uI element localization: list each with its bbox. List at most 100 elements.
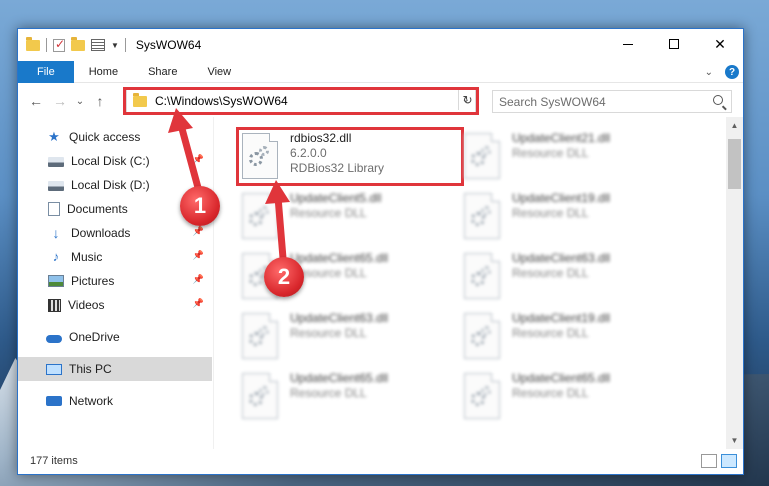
file-info: UpdateClient63.dll Resource DLL bbox=[512, 251, 610, 305]
expand-ribbon-chevron-icon[interactable]: ⌄ bbox=[705, 67, 713, 78]
sidebar-item-videos[interactable]: Videos 📌 bbox=[18, 293, 212, 317]
dll-file-icon bbox=[464, 193, 500, 239]
dll-file-icon bbox=[464, 133, 500, 179]
file-name: UpdateClient63.dll bbox=[290, 311, 389, 325]
new-folder-icon[interactable] bbox=[71, 36, 85, 51]
file-info: UpdateClient21.dll Resource DLL bbox=[512, 131, 610, 185]
pictures-icon bbox=[48, 275, 64, 287]
list-item[interactable]: UpdateClient21.dll Resource DLL bbox=[454, 129, 678, 185]
sidebar-item-label: Music bbox=[71, 250, 103, 264]
file-description: Resource DLL bbox=[512, 266, 589, 280]
forward-arrow-icon[interactable]: → bbox=[50, 93, 70, 109]
help-icon[interactable]: ? bbox=[725, 65, 739, 79]
sidebar-item-pictures[interactable]: Pictures 📌 bbox=[18, 269, 212, 293]
back-arrow-icon[interactable]: ← bbox=[26, 93, 46, 109]
sidebar-item-label: This PC bbox=[69, 362, 112, 376]
close-button[interactable]: ✕ bbox=[697, 29, 743, 59]
properties-check-icon[interactable] bbox=[53, 37, 65, 52]
sidebar-item-quick-access[interactable]: ★ Quick access bbox=[18, 125, 212, 149]
minimize-button[interactable] bbox=[605, 29, 651, 59]
sidebar-item-label: Videos bbox=[68, 298, 105, 312]
dll-file-icon bbox=[242, 193, 278, 239]
step-1-badge: 1 bbox=[180, 186, 220, 226]
file-info: UpdateClient19.dll Resource DLL bbox=[512, 191, 610, 245]
tab-home[interactable]: Home bbox=[74, 61, 133, 83]
up-arrow-icon[interactable]: ↑ bbox=[90, 93, 110, 109]
dll-file-icon bbox=[464, 313, 500, 359]
sidebar-item-local-disk-c[interactable]: Local Disk (C:) 📌 bbox=[18, 149, 212, 173]
pin-icon: 📌 bbox=[192, 274, 204, 284]
list-item[interactable]: UpdateClient19.dll Resource DLL bbox=[454, 189, 678, 245]
ribbon-right-controls: ⌄ ? bbox=[705, 65, 739, 79]
search-icon[interactable] bbox=[713, 95, 723, 105]
drive-icon bbox=[48, 181, 64, 191]
documents-icon bbox=[48, 202, 60, 216]
dll-file-icon bbox=[242, 373, 278, 419]
sidebar-item-this-pc[interactable]: This PC bbox=[18, 357, 212, 381]
list-item[interactable]: UpdateClient63.dll Resource DLL bbox=[454, 249, 678, 305]
ribbon-tabs: File Home Share View ⌄ ? bbox=[18, 60, 743, 83]
explorer-window: ▼ SysWOW64 ✕ File Home Share View ⌄ ? ← … bbox=[17, 28, 744, 475]
sidebar-item-label: Documents bbox=[67, 202, 128, 216]
list-item[interactable]: UpdateClient65.dll Resource DLL bbox=[232, 369, 456, 425]
file-description: Resource DLL bbox=[512, 326, 589, 340]
step-2-badge: 2 bbox=[264, 257, 304, 297]
onedrive-icon bbox=[46, 334, 62, 343]
pin-icon: 📌 bbox=[192, 226, 204, 236]
file-description: Resource DLL bbox=[512, 206, 589, 220]
dll-file-icon bbox=[242, 313, 278, 359]
tiles-view-icon[interactable] bbox=[721, 454, 737, 468]
scroll-up-arrow-icon[interactable]: ▲ bbox=[726, 117, 743, 134]
list-item[interactable]: UpdateClient19.dll Resource DLL bbox=[454, 309, 678, 365]
file-highlight-box bbox=[236, 127, 464, 186]
file-info: UpdateClient63.dll Resource DLL bbox=[290, 311, 388, 365]
file-description: Resource DLL bbox=[512, 146, 589, 160]
properties-icon[interactable] bbox=[91, 39, 105, 51]
recent-locations-chevron-icon[interactable]: ⌄ bbox=[70, 96, 90, 107]
tab-share[interactable]: Share bbox=[133, 61, 192, 83]
status-bar: 177 items bbox=[18, 448, 743, 474]
sidebar-item-onedrive[interactable]: OneDrive bbox=[18, 325, 212, 349]
file-info: UpdateClient65.dll Resource DLL bbox=[290, 251, 388, 305]
sidebar-item-label: Network bbox=[69, 394, 114, 408]
search-box[interactable]: Search SysWOW64 bbox=[492, 90, 732, 113]
videos-icon bbox=[48, 298, 61, 312]
address-highlight-box bbox=[123, 87, 479, 115]
list-item[interactable]: UpdateClient5.dll Resource DLL bbox=[232, 189, 456, 245]
title-bar: ▼ SysWOW64 ✕ bbox=[18, 29, 743, 61]
this-pc-icon bbox=[46, 363, 62, 375]
sidebar-item-network[interactable]: Network bbox=[18, 389, 212, 413]
quick-access-toolbar: ▼ bbox=[18, 36, 126, 52]
file-name: UpdateClient65.dll bbox=[290, 371, 389, 385]
folder-icon bbox=[26, 36, 40, 51]
scroll-down-arrow-icon[interactable]: ▼ bbox=[726, 432, 743, 449]
maximize-button[interactable] bbox=[651, 29, 697, 59]
sidebar-item-label: Local Disk (D:) bbox=[71, 178, 150, 192]
item-count: 177 items bbox=[30, 455, 78, 467]
dll-file-icon bbox=[464, 373, 500, 419]
drive-icon bbox=[48, 157, 64, 167]
details-view-icon[interactable] bbox=[701, 454, 717, 468]
tab-view[interactable]: View bbox=[192, 61, 246, 83]
downloads-icon: ↓ bbox=[52, 225, 60, 241]
scroll-thumb[interactable] bbox=[728, 139, 741, 189]
sidebar-item-music[interactable]: ♪ Music 📌 bbox=[18, 245, 212, 269]
customize-toolbar-chevron-icon[interactable]: ▼ bbox=[111, 41, 119, 50]
file-description: Resource DLL bbox=[512, 386, 589, 400]
navigation-pane: ★ Quick access Local Disk (C:) 📌 Local D… bbox=[18, 125, 212, 445]
vertical-scrollbar[interactable]: ▲ ▼ bbox=[726, 117, 743, 449]
file-info: UpdateClient19.dll Resource DLL bbox=[512, 311, 610, 365]
network-icon bbox=[46, 396, 62, 406]
list-item[interactable]: UpdateClient65.dll Resource DLL bbox=[454, 369, 678, 425]
view-toggle bbox=[701, 454, 737, 468]
search-input[interactable]: Search SysWOW64 bbox=[499, 95, 606, 109]
pin-icon: 📌 bbox=[192, 298, 204, 308]
tab-file[interactable]: File bbox=[18, 60, 74, 83]
file-name: UpdateClient63.dll bbox=[512, 251, 611, 265]
list-item[interactable]: UpdateClient63.dll Resource DLL bbox=[232, 309, 456, 365]
file-description: Resource DLL bbox=[290, 386, 367, 400]
toolbar-separator bbox=[124, 38, 126, 52]
pin-icon: 📌 bbox=[192, 250, 204, 260]
window-title: SysWOW64 bbox=[135, 38, 202, 52]
sidebar-item-downloads[interactable]: ↓ Downloads 📌 bbox=[18, 221, 212, 245]
